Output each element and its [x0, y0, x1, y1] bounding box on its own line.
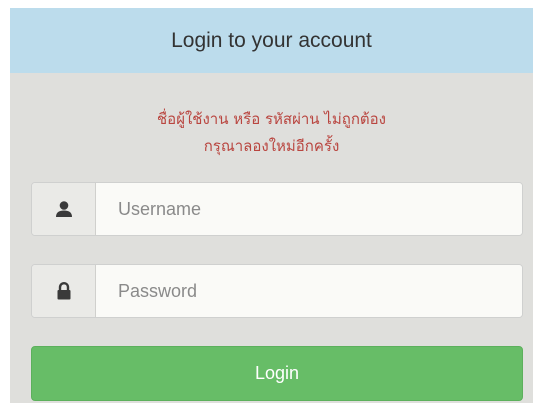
error-message-line-1: ชื่อผู้ใช้งาน หรือ รหัสผ่าน ไม่ถูกต้อง [157, 110, 386, 128]
password-input[interactable] [96, 265, 522, 317]
user-icon [32, 183, 96, 235]
error-message-line-2: กรุณาลองใหม่อีกครั้ง [203, 137, 340, 155]
login-title: Login to your account [171, 28, 372, 52]
password-input-group [31, 264, 523, 318]
login-panel: Login to your account ชื่อผู้ใช้งาน หรือ… [10, 8, 533, 403]
login-button[interactable]: Login [31, 346, 523, 401]
login-button-label: Login [254, 363, 300, 383]
username-input-group [31, 182, 523, 236]
login-panel-header: Login to your account [10, 8, 533, 73]
lock-icon [32, 265, 96, 317]
error-message: ชื่อผู้ใช้งาน หรือ รหัสผ่าน ไม่ถูกต้อง ก… [10, 106, 533, 160]
username-input[interactable] [96, 183, 522, 235]
